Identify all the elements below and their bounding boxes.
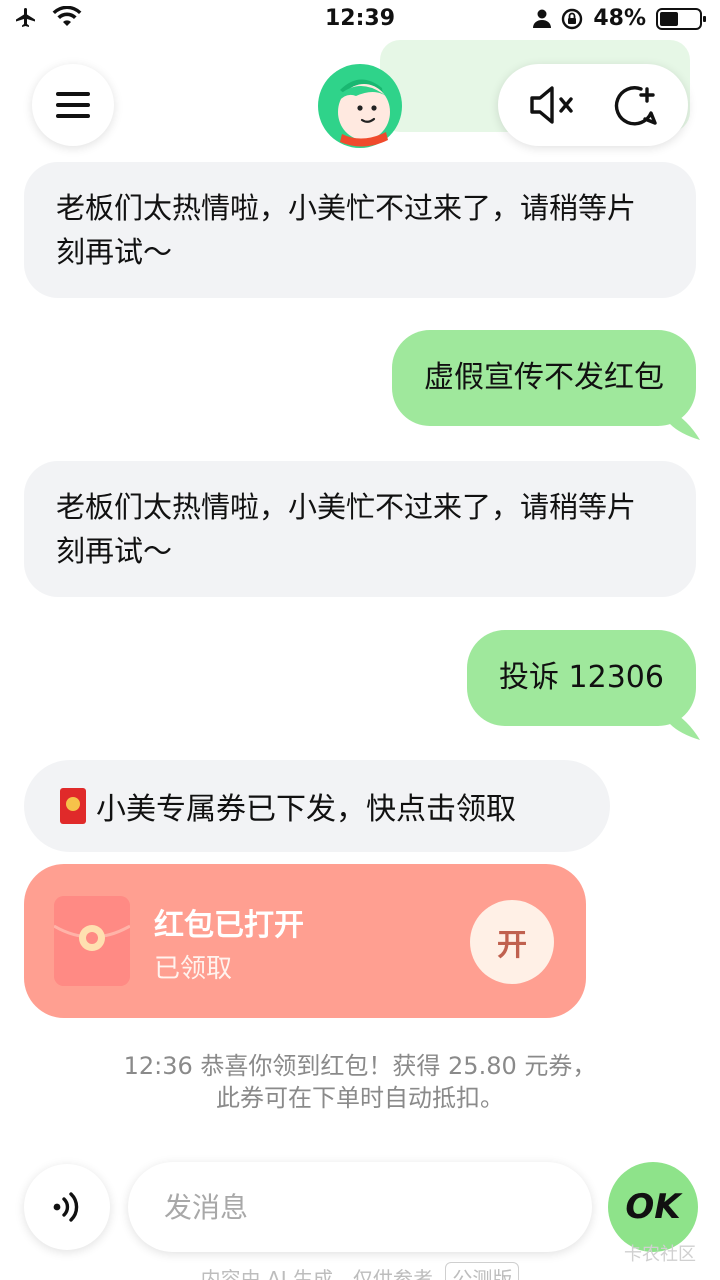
message-input[interactable]: [128, 1162, 592, 1252]
message-text: 老板们太热情啦，小美忙不过来了，请稍等片刻再试～: [56, 191, 637, 269]
disclaimer-text: 内容由 AI 生成，仅供参考: [200, 1267, 433, 1280]
battery-percent: 48%: [593, 6, 646, 31]
hamburger-icon: [56, 92, 90, 118]
message-text: 投诉 12306: [499, 660, 664, 695]
assistant-avatar[interactable]: [316, 62, 404, 150]
open-red-packet-button[interactable]: 开: [470, 900, 554, 984]
system-note-line: 此券可在下单时自动抵扣。: [216, 1084, 504, 1112]
bubble-tail: [670, 710, 700, 740]
beta-badge: 公测版: [445, 1262, 520, 1280]
message-text: 老板们太热情啦，小美忙不过来了，请稍等片刻再试～: [56, 490, 637, 568]
bot-message: 老板们太热情啦，小美忙不过来了，请稍等片刻再试～: [24, 461, 696, 597]
bubble-tail: [670, 410, 700, 440]
coupon-notice[interactable]: 小美专属券已下发，快点击领取: [24, 760, 610, 852]
status-right: 48%: [533, 6, 706, 31]
ok-button[interactable]: OK: [608, 1162, 698, 1252]
red-envelope-icon: [60, 788, 86, 824]
menu-button[interactable]: [32, 64, 114, 146]
new-chat-icon[interactable]: [611, 83, 659, 127]
coupon-notice-text: 小美专属券已下发，快点击领取: [96, 792, 516, 827]
battery-icon: [656, 7, 706, 30]
red-packet-card[interactable]: 红包已打开 已领取 开: [24, 864, 586, 1018]
system-note: 12:36 恭喜你领到红包！获得 25.80 元券， 此券可在下单时自动抵扣。: [0, 1050, 720, 1114]
system-note-line: 12:36 恭喜你领到红包！获得 25.80 元券，: [123, 1052, 597, 1080]
person-icon: [533, 9, 552, 28]
voice-wave-icon: [53, 1192, 79, 1222]
header-actions: [498, 64, 688, 146]
speaker-mute-icon[interactable]: [528, 83, 580, 127]
user-message: 虚假宣传不发红包: [392, 330, 700, 440]
status-bar: 12:39 48%: [0, 0, 720, 40]
disclaimer: 内容由 AI 生成，仅供参考 公测版: [0, 1262, 720, 1280]
red-packet-icon: [54, 896, 130, 986]
message-text: 虚假宣传不发红包: [424, 360, 664, 395]
voice-input-button[interactable]: [24, 1164, 110, 1250]
user-message: 投诉 12306: [467, 630, 700, 740]
red-packet-title: 红包已打开: [154, 908, 304, 943]
rotation-lock-icon: [562, 8, 583, 29]
bot-message: 老板们太热情啦，小美忙不过来了，请稍等片刻再试～: [24, 162, 696, 298]
red-packet-status: 已领取: [154, 954, 233, 984]
